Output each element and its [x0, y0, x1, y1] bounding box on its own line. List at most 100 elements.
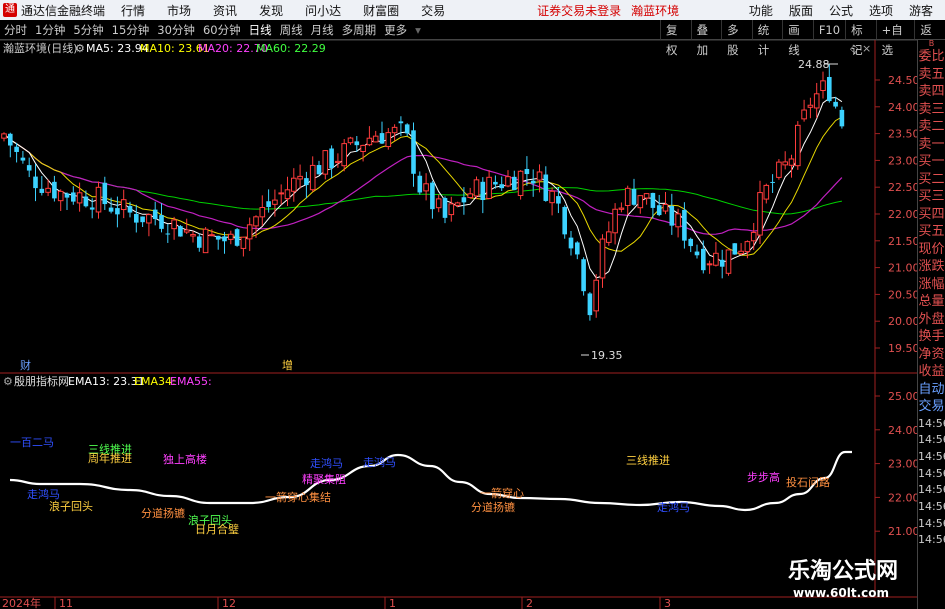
- close-pane-icon[interactable]: ×: [862, 42, 871, 55]
- candle-body-down: [568, 237, 574, 249]
- candle-body-up: [120, 199, 127, 211]
- candle-body-up: [517, 170, 524, 196]
- marker-cai: 财: [20, 358, 31, 372]
- indicator-tick-label: 24.00: [888, 424, 917, 437]
- candle-body-up: [813, 93, 820, 109]
- label-touxi: 投石问路: [786, 475, 830, 489]
- indicator-tick-label: 21.00: [888, 525, 917, 538]
- label-ouzhuo: 走鸿马: [310, 456, 343, 470]
- watermark-title: 乐淘公式网: [788, 559, 899, 584]
- ema13-curve: [9, 450, 852, 512]
- tick-time: 14:56: [918, 516, 945, 530]
- price-tick-label: 22.00: [888, 208, 917, 221]
- sidebar-sell2: 卖二: [918, 119, 945, 134]
- sidebar-sell4: 卖四: [918, 84, 945, 99]
- candle-body-down: [89, 207, 95, 210]
- tick-time: 14:56: [918, 433, 945, 447]
- candle-body-up: [385, 132, 392, 148]
- marker-zeng: 增: [282, 358, 293, 372]
- sidebar-buy3: 买三: [918, 189, 945, 204]
- candle-body-down: [108, 207, 114, 212]
- candle-body-up: [347, 137, 354, 144]
- candle-body-down: [398, 121, 404, 124]
- candle-body-up: [738, 250, 744, 255]
- tick-time: 14:56: [918, 533, 945, 547]
- candle-body-up: [473, 179, 480, 197]
- candle-body-down: [839, 109, 845, 127]
- candle-body-down: [197, 236, 202, 248]
- date-dec: 12: [222, 597, 236, 609]
- candle-body-up: [228, 233, 234, 240]
- diamond-icon[interactable]: ◇: [850, 42, 859, 55]
- candle-body-up: [713, 252, 719, 266]
- sidebar-trade[interactable]: 交易: [918, 398, 945, 416]
- candle-body-down: [701, 248, 706, 271]
- candle-body-down: [215, 235, 221, 240]
- price-tick-label: 24.50: [888, 74, 917, 87]
- tick-time: 14:56: [918, 500, 945, 514]
- sidebar-weibi[interactable]: 委比: [918, 48, 945, 66]
- price-tick-label: 23.00: [888, 154, 917, 167]
- candle-body-up: [662, 203, 669, 212]
- candle-body-down: [404, 124, 410, 134]
- candle-body-up: [95, 186, 102, 213]
- candle-body-down: [266, 201, 271, 208]
- candle-body-up: [706, 263, 713, 266]
- candle-body-up: [788, 158, 795, 166]
- price-axis: 24.50 24.00 23.50 23.00 22.50 22.00 21.50 21.00…: [875, 74, 917, 355]
- candle-body-up: [240, 236, 247, 249]
- candle-body-down: [20, 157, 26, 161]
- candle-body-down: [115, 208, 120, 215]
- candle-body-up: [322, 150, 329, 175]
- candle-body-down: [379, 133, 385, 144]
- tick-time: 14:56: [918, 483, 945, 497]
- sidebar-price: 现价: [918, 241, 945, 257]
- candle-body-up: [454, 202, 461, 206]
- tick-time: 14:56: [918, 449, 945, 463]
- candle-body-down: [83, 196, 89, 207]
- label-zouxiao2: 走鸿马: [363, 455, 396, 469]
- candle-body-up: [253, 216, 259, 227]
- candle-body-down: [329, 148, 334, 169]
- date-nov: 11: [59, 597, 73, 609]
- label-riyue: 日月合璧: [195, 522, 239, 536]
- date-year: 2024年: [2, 596, 41, 609]
- label-dushang: 独上高楼: [163, 452, 207, 466]
- price-tick-label: 22.50: [888, 181, 917, 194]
- date-mar: 3: [664, 597, 671, 609]
- candle-body-up: [1, 133, 7, 139]
- sidebar-buy4: 买四: [918, 206, 945, 222]
- candle-body-up: [467, 193, 473, 198]
- candle-body-down: [165, 233, 171, 235]
- label-langzi1: 浪子回头: [49, 499, 93, 513]
- indicator-gear-icon[interactable]: ⚙: [3, 375, 13, 388]
- ema55-label: EMA55:: [170, 375, 212, 388]
- sidebar-change: 涨跌: [918, 259, 945, 274]
- settings-gear-icon[interactable]: ⚙: [75, 42, 85, 55]
- indicator-tick-label: 23.00: [888, 458, 917, 471]
- label-fendao1: 分道扬镳: [141, 506, 185, 520]
- candle-body-up: [309, 164, 316, 191]
- sidebar-change-pct: 涨幅: [918, 276, 945, 292]
- candle-body-down: [480, 181, 486, 201]
- candle-body-up: [757, 192, 763, 236]
- candle-body-down: [304, 178, 309, 186]
- candle-body-up: [599, 238, 606, 279]
- date-jan: 1: [389, 597, 396, 609]
- candle-body-up: [209, 234, 215, 237]
- candle-body-up: [366, 137, 373, 146]
- quote-sidebar: B 委比 卖五 卖四 卖三 卖二 卖一 买一 买二 买三 买四 买五 现价 涨跌…: [917, 40, 945, 609]
- candle-body-up: [45, 187, 51, 193]
- price-tick-label: 20.00: [888, 315, 917, 328]
- candle-body-up: [486, 176, 492, 199]
- candle-body-up: [782, 161, 789, 166]
- sidebar-auto[interactable]: 自动: [918, 381, 945, 399]
- candle-body-up: [643, 193, 650, 199]
- candle-body-down: [234, 229, 240, 246]
- candle-body-up: [76, 192, 83, 204]
- indicator-tick-label: 22.00: [888, 491, 917, 504]
- candle-body-down: [14, 146, 19, 152]
- candle-body-down: [26, 165, 32, 171]
- candle-body-up: [190, 234, 196, 237]
- button-back[interactable]: 返回: [914, 20, 945, 57]
